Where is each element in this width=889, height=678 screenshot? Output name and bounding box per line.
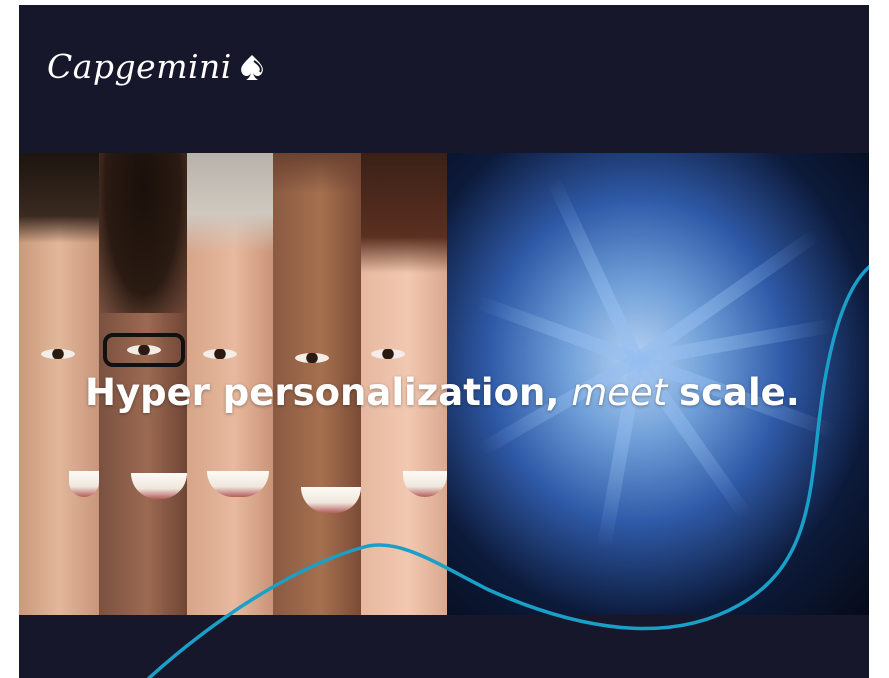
- hair-3: [187, 153, 273, 253]
- eye: [203, 349, 237, 359]
- headline-part-3: scale.: [679, 371, 800, 414]
- ad-banner: Capgemini Hyper personalization, meet sc…: [19, 5, 869, 678]
- eye: [41, 349, 75, 359]
- eye: [127, 345, 161, 355]
- eye: [295, 353, 329, 363]
- hair-2: [99, 153, 187, 313]
- brand-name: Capgemini: [47, 47, 232, 86]
- spade-logo-icon: [240, 54, 263, 80]
- hair-4: [273, 153, 361, 193]
- brand-logo[interactable]: Capgemini: [47, 47, 268, 86]
- headline-part-1: Hyper personalization,: [85, 371, 560, 414]
- hair-1: [19, 153, 99, 243]
- headline-part-2: meet: [571, 371, 668, 414]
- eye: [371, 349, 405, 359]
- hair-5: [361, 153, 447, 273]
- headline: Hyper personalization, meet scale.: [85, 371, 800, 414]
